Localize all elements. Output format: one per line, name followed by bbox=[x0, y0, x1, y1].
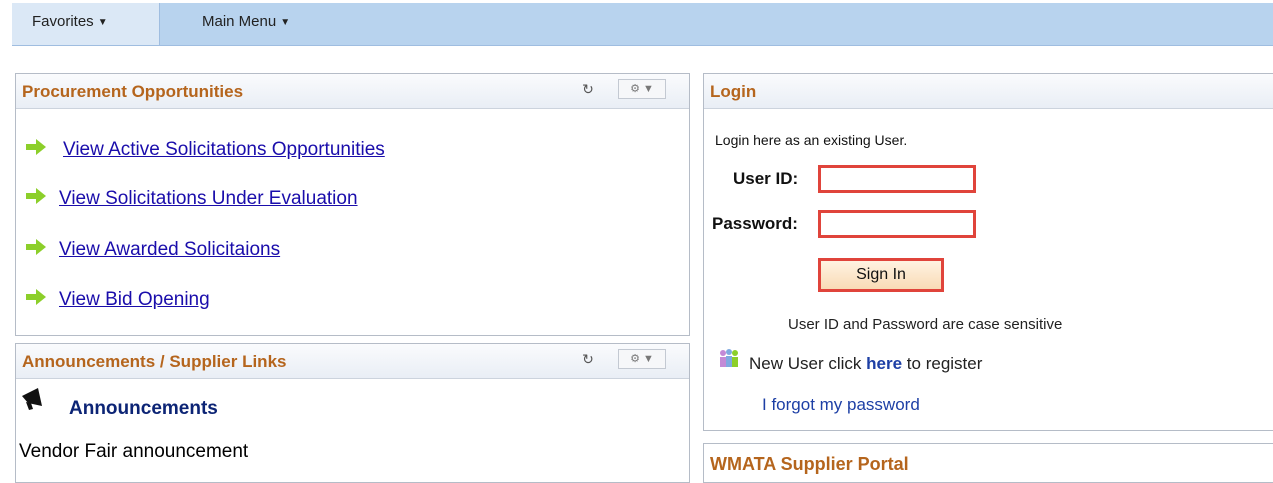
green-arrow-icon bbox=[26, 239, 46, 255]
login-pagelet: Login Login here as an existing User. Us… bbox=[703, 73, 1273, 431]
pagelet-title: Login bbox=[710, 82, 757, 101]
caret-down-icon: ▼ bbox=[280, 17, 291, 28]
green-arrow-icon bbox=[26, 139, 46, 155]
password-field[interactable] bbox=[818, 210, 976, 238]
new-user-text: New User click here to register bbox=[749, 354, 982, 374]
caret-down-icon: ▼ bbox=[97, 17, 108, 28]
user-id-label: User ID: bbox=[733, 169, 799, 188]
settings-menu-button[interactable]: ⚙ ▼ bbox=[618, 79, 666, 99]
procurement-pagelet: Procurement Opportunities ↻ ⚙ ▼ View Act… bbox=[15, 73, 690, 336]
register-here-link[interactable]: here bbox=[866, 354, 902, 373]
new-user-suffix: to register bbox=[906, 354, 983, 373]
pagelet-header: Announcements / Supplier Links ↻ ⚙ ▼ bbox=[16, 344, 689, 379]
refresh-icon[interactable]: ↻ bbox=[580, 81, 596, 97]
announcements-pagelet: Announcements / Supplier Links ↻ ⚙ ▼ Ann… bbox=[15, 343, 690, 483]
forgot-password-link[interactable]: I forgot my password bbox=[762, 395, 920, 415]
gear-icon: ⚙ bbox=[630, 353, 640, 365]
announcement-item: Vendor Fair announcement bbox=[19, 441, 249, 462]
pagelet-header: Procurement Opportunities ↻ ⚙ ▼ bbox=[16, 74, 689, 109]
sign-in-button[interactable]: Sign In bbox=[818, 258, 944, 292]
favorites-menu[interactable]: Favorites ▼ bbox=[12, 3, 160, 45]
caret-down-icon: ▼ bbox=[643, 353, 654, 365]
green-arrow-icon bbox=[26, 188, 46, 204]
link-awarded-solicitations[interactable]: View Awarded Solicitaions bbox=[59, 239, 280, 261]
settings-menu-button[interactable]: ⚙ ▼ bbox=[618, 349, 666, 369]
menu-bar: Favorites ▼ Main Menu ▼ bbox=[12, 3, 1273, 46]
link-bid-opening[interactable]: View Bid Opening bbox=[59, 289, 210, 311]
wmata-portal-pagelet: WMATA Supplier Portal bbox=[703, 443, 1273, 483]
pagelet-title: Announcements / Supplier Links bbox=[22, 352, 287, 371]
password-label: Password: bbox=[712, 214, 798, 233]
pagelet-title: WMATA Supplier Portal bbox=[710, 454, 909, 474]
link-solicitations-under-evaluation[interactable]: View Solicitations Under Evaluation bbox=[59, 188, 358, 210]
user-id-field[interactable] bbox=[818, 165, 976, 193]
gear-icon: ⚙ bbox=[630, 83, 640, 95]
link-active-solicitations[interactable]: View Active Solicitations Opportunities bbox=[63, 139, 385, 161]
users-icon bbox=[720, 349, 738, 367]
main-menu[interactable]: Main Menu ▼ bbox=[180, 3, 290, 45]
case-sensitivity-note: User ID and Password are case sensitive bbox=[788, 316, 1063, 333]
new-user-prefix: New User click bbox=[749, 354, 862, 373]
login-intro: Login here as an existing User. bbox=[715, 132, 908, 148]
announcements-heading: Announcements bbox=[69, 398, 218, 419]
caret-down-icon: ▼ bbox=[643, 83, 654, 95]
favorites-label: Favorites bbox=[32, 13, 94, 30]
pagelet-header: Login bbox=[704, 74, 1273, 109]
refresh-icon[interactable]: ↻ bbox=[580, 351, 596, 367]
megaphone-icon bbox=[22, 388, 42, 410]
pagelet-title: Procurement Opportunities bbox=[22, 82, 244, 101]
main-menu-label: Main Menu bbox=[202, 13, 277, 30]
green-arrow-icon bbox=[26, 289, 46, 305]
